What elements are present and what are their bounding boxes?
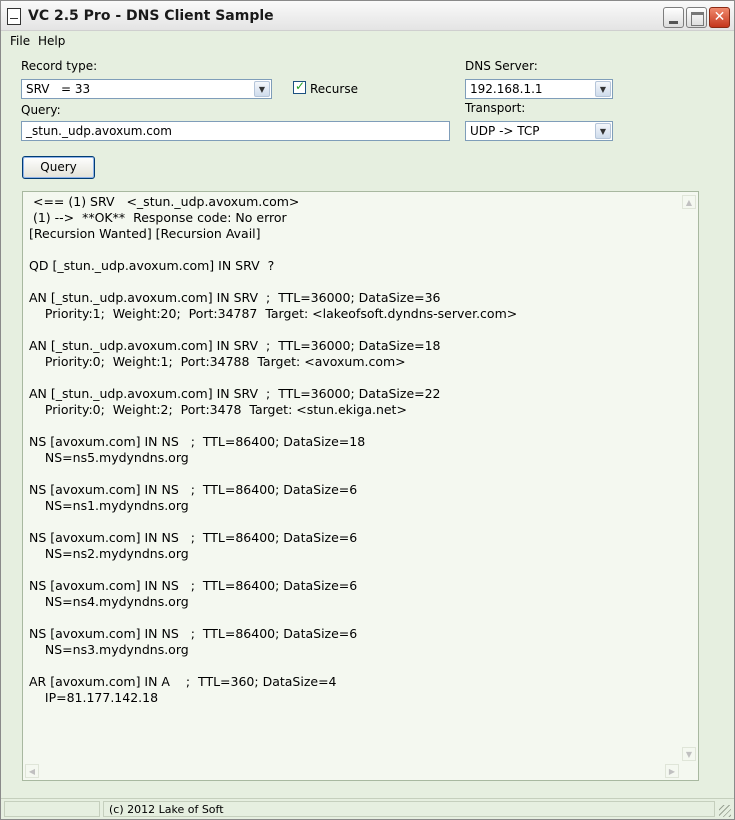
response-line: NS [avoxum.com] IN NS ; TTL=86400; DataS… [29,578,358,593]
menu-bar: File Help [1,31,734,51]
vertical-scrollbar[interactable]: ▲ ▼ [681,193,697,763]
response-text: <== (1) SRV <_stun._udp.avoxum.com> (1) … [29,194,679,706]
response-line: NS=ns2.mydyndns.org [29,546,189,561]
response-line: Priority:1; Weight:20; Port:34787 Target… [29,306,518,321]
response-line: AN [_stun._udp.avoxum.com] IN SRV ; TTL=… [29,290,441,305]
response-line [29,466,679,482]
response-line: <== (1) SRV <_stun._udp.avoxum.com> [29,194,300,209]
response-line [29,610,679,626]
dns-server-value: 192.168.1.1 [470,82,543,96]
response-line: NS=ns5.mydyndns.org [29,450,189,465]
query-button[interactable]: Query [22,156,95,179]
transport-value: UDP -> TCP [470,124,540,138]
chevron-down-icon[interactable]: ▼ [595,123,611,139]
scroll-left-icon[interactable]: ◀ [25,764,39,778]
response-line: NS [avoxum.com] IN NS ; TTL=86400; DataS… [29,626,358,641]
response-line: [Recursion Wanted] [Recursion Avail] [29,226,261,241]
query-value: _stun._udp.avoxum.com [26,124,172,138]
response-line: QD [_stun._udp.avoxum.com] IN SRV ? [29,258,275,273]
minimize-button[interactable] [663,7,684,28]
close-button[interactable]: ✕ [709,7,730,28]
response-line: AN [_stun._udp.avoxum.com] IN SRV ; TTL=… [29,386,441,401]
response-line [29,274,679,290]
horizontal-scrollbar[interactable]: ◀ ▶ [24,763,680,779]
response-line: Priority:0; Weight:2; Port:3478 Target: … [29,402,407,417]
transport-label: Transport: [465,101,526,115]
response-line: AN [_stun._udp.avoxum.com] IN SRV ; TTL=… [29,338,441,353]
menu-help[interactable]: Help [38,34,65,48]
response-line: IP=81.177.142.18 [29,690,159,705]
app-window: VC 2.5 Pro - DNS Client Sample ✕ File He… [0,0,735,820]
dns-server-select[interactable]: 192.168.1.1 ▼ [465,79,613,99]
response-line: NS [avoxum.com] IN NS ; TTL=86400; DataS… [29,482,358,497]
status-cell-copyright: (c) 2012 Lake of Soft [103,801,715,817]
app-icon [7,8,21,25]
chevron-down-icon[interactable]: ▼ [254,81,270,97]
query-label: Query: [21,103,61,117]
response-line: NS=ns4.mydyndns.org [29,594,189,609]
close-icon: ✕ [713,9,726,25]
response-line: NS=ns1.mydyndns.org [29,498,189,513]
transport-select[interactable]: UDP -> TCP ▼ [465,121,613,141]
checkmark-icon: ✓ [295,79,306,93]
response-line: AR [avoxum.com] IN A ; TTL=360; DataSize… [29,674,337,689]
response-line: NS=ns3.mydyndns.org [29,642,189,657]
response-line: Priority:0; Weight:1; Port:34788 Target:… [29,354,406,369]
recurse-checkbox[interactable]: ✓ [293,79,306,94]
dns-server-label: DNS Server: [465,59,538,73]
resize-grip-icon[interactable] [719,805,731,817]
window-title: VC 2.5 Pro - DNS Client Sample [28,8,274,24]
status-cell-empty [4,801,100,817]
status-text: (c) 2012 Lake of Soft [109,803,224,816]
response-line: NS [avoxum.com] IN NS ; TTL=86400; DataS… [29,530,358,545]
response-line [29,370,679,386]
response-line [29,322,679,338]
record-type-select[interactable]: SRV = 33 ▼ [21,79,272,99]
title-bar[interactable]: VC 2.5 Pro - DNS Client Sample ✕ [1,1,734,31]
scroll-corner [681,763,697,779]
response-line [29,418,679,434]
response-line: NS [avoxum.com] IN NS ; TTL=86400; DataS… [29,434,366,449]
record-type-value: SRV = 33 [26,82,91,96]
response-line: (1) --> **OK** Response code: No error [29,210,287,225]
response-line [29,242,679,258]
record-type-label: Record type: [21,59,98,73]
response-line [29,658,679,674]
recurse-label[interactable]: Recurse [310,82,358,96]
menu-file[interactable]: File [10,34,30,48]
maximize-button[interactable] [686,7,707,28]
query-input[interactable]: _stun._udp.avoxum.com [21,121,450,141]
response-line [29,514,679,530]
status-bar: (c) 2012 Lake of Soft [1,798,734,819]
scroll-down-icon[interactable]: ▼ [682,747,696,761]
response-output[interactable]: <== (1) SRV <_stun._udp.avoxum.com> (1) … [22,191,699,781]
chevron-down-icon[interactable]: ▼ [595,81,611,97]
scroll-right-icon[interactable]: ▶ [665,764,679,778]
scroll-up-icon[interactable]: ▲ [682,195,696,209]
response-line [29,562,679,578]
